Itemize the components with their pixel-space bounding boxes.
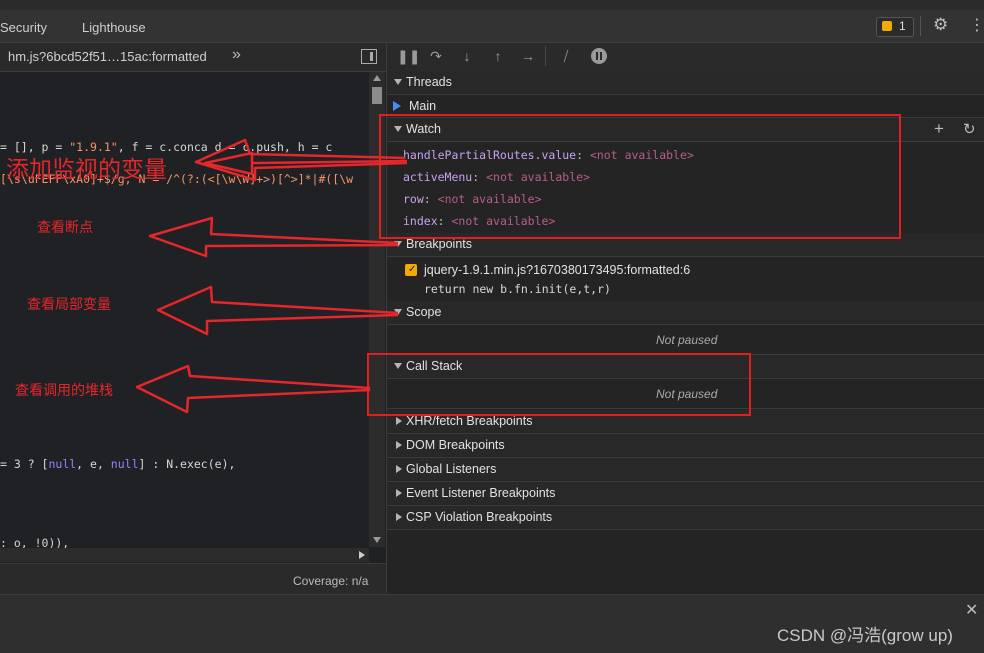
arrow-to-scope bbox=[156, 285, 399, 336]
annotation-arrows bbox=[135, 138, 408, 414]
arrow-to-call-stack bbox=[135, 364, 371, 414]
arrow-to-breakpoints bbox=[148, 216, 399, 258]
arrow-to-watch-outline bbox=[194, 138, 408, 182]
